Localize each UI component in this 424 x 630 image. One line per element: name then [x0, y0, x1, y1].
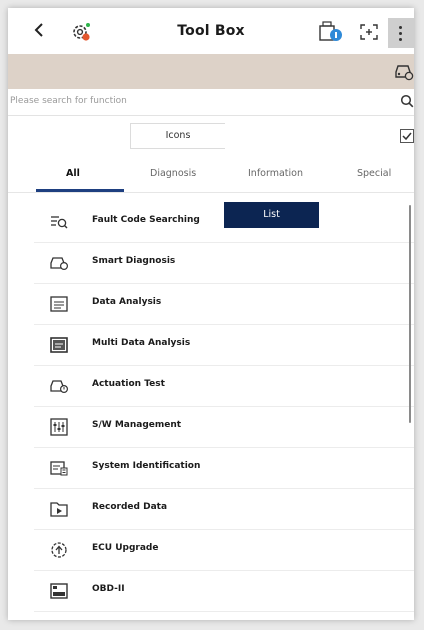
list-item-label: ECU Upgrade — [92, 543, 159, 553]
list-item-label: System Identification — [92, 461, 201, 471]
list-item-ecu-upgrade[interactable]: ECU Upgrade — [34, 530, 414, 571]
search-button[interactable] — [400, 94, 414, 108]
search-icon — [400, 94, 414, 108]
list-item-label: Smart Diagnosis — [92, 256, 176, 266]
search-bar[interactable]: Please search for function — [8, 89, 414, 116]
actuation-test-icon — [50, 377, 68, 395]
list-item-fault-code-searching[interactable]: Fault Code Searching — [34, 202, 414, 243]
tab-all[interactable]: All — [66, 168, 80, 179]
list-item-label: OBD-II — [92, 584, 125, 594]
more-vertical-icon — [399, 26, 402, 29]
list-item-label: S/W Management — [92, 420, 182, 430]
list-item-actuation-test[interactable]: Actuation Test — [34, 366, 414, 407]
fault-code-search-icon — [50, 213, 68, 231]
fit-screen-button[interactable] — [360, 24, 378, 40]
top-bar: Tool Box — [8, 8, 414, 54]
page-title: Tool Box — [177, 23, 245, 39]
list-item-data-analysis[interactable]: Data Analysis — [34, 284, 414, 325]
checkmark-icon — [402, 132, 412, 141]
ecu-info-button[interactable] — [318, 20, 344, 44]
more-button[interactable] — [388, 18, 414, 48]
list-item-recorded-data[interactable]: Recorded Data — [34, 489, 414, 530]
list-item-smart-diagnosis[interactable]: Smart Diagnosis — [34, 243, 414, 284]
system-identification-icon — [50, 459, 68, 477]
select-checkbox[interactable] — [400, 129, 414, 143]
ecu-info-icon — [319, 21, 342, 41]
list-scrollbar[interactable] — [409, 205, 411, 423]
tab-special[interactable]: Special — [357, 168, 391, 179]
search-input[interactable]: Please search for function — [10, 96, 127, 106]
vehicle-icon — [395, 65, 414, 81]
smart-diagnosis-icon — [50, 254, 68, 272]
obd-ii-icon — [50, 582, 68, 600]
list-item-obd-ii[interactable]: OBD-II — [34, 571, 414, 612]
list-item-label: Actuation Test — [92, 379, 165, 389]
list-item-sw-management[interactable]: S/W Management — [34, 407, 414, 448]
data-analysis-icon — [50, 295, 68, 313]
list-item-system-identification[interactable]: System Identification — [34, 448, 414, 489]
icons-view-button[interactable]: Icons — [130, 123, 225, 149]
list-item-label: Recorded Data — [92, 502, 168, 512]
list-item-label: Fault Code Searching — [92, 215, 200, 225]
fit-screen-icon — [360, 24, 378, 40]
sw-management-icon — [50, 418, 68, 436]
active-tab-indicator — [36, 189, 124, 192]
recorded-data-icon — [50, 500, 68, 518]
list-item-label: Data Analysis — [92, 297, 162, 307]
tab-information[interactable]: Information — [248, 168, 303, 179]
vehicle-banner[interactable] — [8, 54, 414, 89]
vehicle-button[interactable] — [394, 63, 414, 81]
list-item-label: Multi Data Analysis — [92, 338, 191, 348]
tab-diagnosis[interactable]: Diagnosis — [150, 168, 196, 179]
multi-data-analysis-icon — [50, 336, 68, 354]
toolbox-window: Tool Box Please search for function Icon… — [8, 8, 414, 620]
ecu-upgrade-icon — [50, 541, 68, 559]
category-tabs: All Diagnosis Information Special — [8, 158, 414, 193]
list-item-multi-data-analysis[interactable]: Multi Data Analysis — [34, 325, 414, 366]
